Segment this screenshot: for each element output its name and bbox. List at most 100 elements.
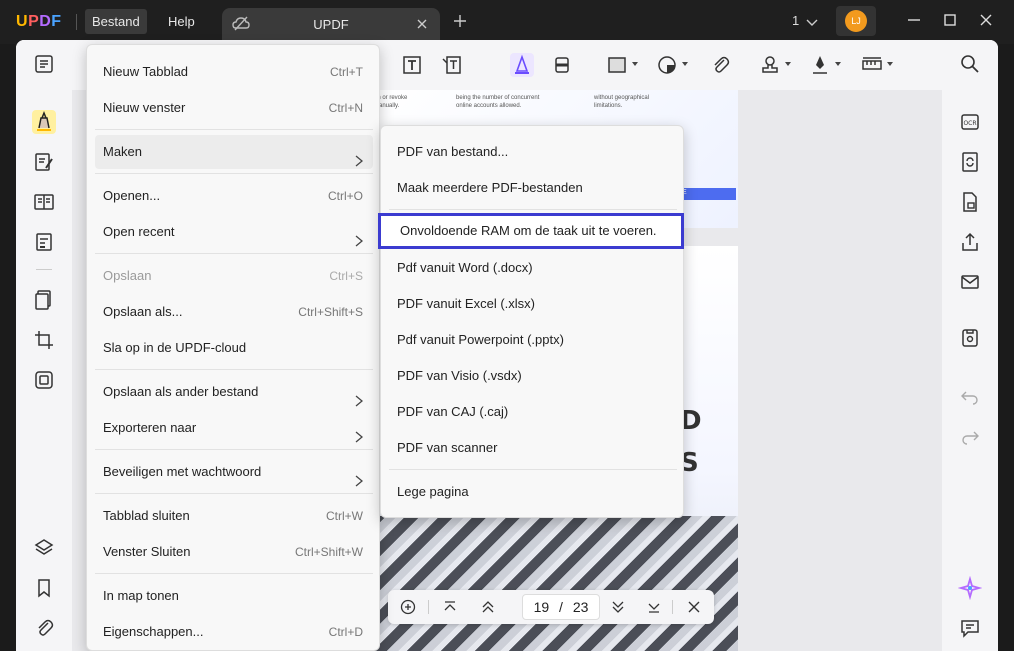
protect-icon[interactable] [958,190,982,214]
menu-item-show-in-folder[interactable]: In map tonen [95,579,373,613]
menu-item-shortcut: Ctrl+D [328,625,363,639]
submenu-item-from-scanner[interactable]: PDF van scanner [389,431,677,465]
avatar: LJ [845,10,867,32]
menu-item-new-tab[interactable]: Nieuw Tabblad Ctrl+T [95,55,373,89]
ai-assistant-icon[interactable] [957,575,983,601]
menu-item-close-window[interactable]: Venster Sluiten Ctrl+Shift+W [95,535,373,569]
menu-item-shortcut: Ctrl+O [327,189,363,203]
shape-caret-icon[interactable] [632,62,638,66]
menu-item-label: Nieuw venster [103,100,186,115]
undo-icon[interactable] [958,384,982,408]
minimize-icon[interactable] [906,12,922,33]
submenu-item-from-visio[interactable]: PDF van Visio (.vsdx) [389,359,677,393]
page-text: without geographical limitations. [594,95,650,109]
menu-item-label: Eigenschappen... [103,624,204,639]
measure-caret-icon[interactable] [887,62,893,66]
signature-caret-icon[interactable] [835,62,841,66]
submenu-item-pdf-from-file[interactable]: PDF van bestand... [389,135,677,169]
current-page: 19 [533,599,550,615]
svg-text:OCR: OCR [963,120,976,127]
comment-highlighter-icon[interactable] [32,110,56,134]
close-window-icon[interactable] [978,12,994,33]
menu-item-new-window[interactable]: Nieuw venster Ctrl+N [95,91,373,125]
zoom-in-icon[interactable] [400,599,416,620]
eraser-icon[interactable] [550,53,574,77]
page-photo [372,516,738,651]
first-page-icon[interactable] [442,599,458,620]
signature-icon[interactable] [808,53,832,77]
edit-pdf-icon[interactable] [32,150,56,174]
menu-item-properties[interactable]: Eigenschappen... Ctrl+D [95,615,373,649]
close-nav-icon[interactable] [686,599,702,620]
form-icon[interactable] [32,230,56,254]
menu-item-save-as[interactable]: Opslaan als... Ctrl+Shift+S [95,295,373,329]
sticker-caret-icon[interactable] [682,62,688,66]
layers-icon[interactable] [32,536,56,560]
share-icon[interactable] [958,230,982,254]
menu-item-save-as-other[interactable]: Opslaan als ander bestand [95,375,373,409]
chevron-right-icon [355,422,364,456]
menu-item-open-recent[interactable]: Open recent [95,215,373,249]
stamp-icon[interactable] [758,53,782,77]
attach-file-icon[interactable] [708,53,732,77]
reader-icon[interactable] [32,52,56,76]
last-page-icon[interactable] [646,599,662,620]
redo-icon[interactable] [958,424,982,448]
menu-item-create[interactable]: Maken [95,135,373,169]
ocr-icon[interactable]: OCR [958,110,982,134]
bookmark-icon[interactable] [32,576,56,600]
close-tab-icon[interactable] [415,17,429,36]
account-button[interactable]: LJ [836,6,876,36]
sticker-icon[interactable] [655,53,679,77]
menu-bestand[interactable]: Bestand [85,9,147,34]
menu-item-label: Open recent [103,224,175,239]
previous-page-icon[interactable] [480,599,496,620]
menu-item-label: Beveiligen met wachtwoord [103,464,262,479]
email-icon[interactable] [958,270,982,294]
menu-item-label: Sla op in de UPDF-cloud [103,340,247,355]
convert-icon[interactable] [958,150,982,174]
comments-panel-icon[interactable] [958,616,982,640]
menu-help[interactable]: Help [161,9,202,34]
next-page-icon[interactable] [610,599,626,620]
measure-icon[interactable] [860,53,884,77]
new-tab-icon[interactable] [452,13,468,34]
submenu-item-blank-page[interactable]: Lege pagina [389,475,677,509]
document-tab[interactable]: UPDF [222,8,440,42]
menu-item-shortcut: Ctrl+W [326,509,363,523]
tab-title: UPDF [313,17,349,32]
pencil-draw-icon[interactable] [510,53,534,77]
menu-item-close-tab[interactable]: Tabblad sluiten Ctrl+W [95,499,373,533]
attachment-icon[interactable] [32,616,56,640]
menu-item-label: Maken [103,144,143,159]
submenu-item-from-caj[interactable]: PDF van CAJ (.caj) [389,395,677,429]
maximize-icon[interactable] [942,12,958,33]
submenu-item-from-excel[interactable]: PDF vanuit Excel (.xlsx) [389,287,677,321]
page-layout-icon[interactable] [32,190,56,214]
menu-item-save-cloud[interactable]: Sla op in de UPDF-cloud [95,331,373,365]
stamp-caret-icon[interactable] [785,62,791,66]
menu-item-open[interactable]: Openen... Ctrl+O [95,179,373,213]
menu-separator [95,573,373,574]
page-number-input[interactable]: 19 / 23 [522,594,600,620]
chevron-down-icon[interactable] [806,15,818,33]
submenu-item-create-multiple[interactable]: Maak meerdere PDF-bestanden [389,171,677,205]
tools-icon[interactable] [32,368,56,392]
text-callout-icon[interactable] [440,53,464,77]
save-icon[interactable] [958,326,982,350]
rectangle-shape-icon[interactable] [605,53,629,77]
organize-pages-icon[interactable] [32,288,56,312]
search-icon[interactable] [958,52,982,76]
text-box-icon[interactable] [400,53,424,77]
submenu-item-from-powerpoint[interactable]: Pdf vanuit Powerpoint (.pptx) [389,323,677,357]
page-text: gn or revoke manually. [374,95,408,109]
submenu-item-from-word[interactable]: Pdf vanuit Word (.docx) [389,251,677,285]
menu-item-export[interactable]: Exporteren naar [95,411,373,445]
menu-item-shortcut: Ctrl+Shift+W [294,545,363,559]
menu-separator [95,449,373,450]
right-sidebar: OCR [942,40,998,651]
page-separator: / [559,599,563,615]
crop-icon[interactable] [32,328,56,352]
menu-item-protect-password[interactable]: Beveiligen met wachtwoord [95,455,373,489]
submenu-item-ram-warning[interactable]: Onvoldoende RAM om de taak uit te voeren… [378,213,684,249]
